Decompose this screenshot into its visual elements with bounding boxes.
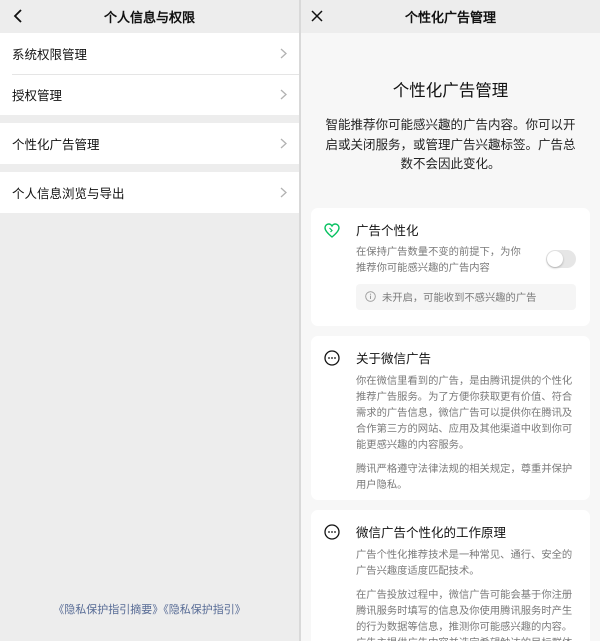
- paragraph: 腾讯严格遵守法律法规的相关规定，尊重并保护用户隐私。: [356, 462, 573, 491]
- heart-icon: [323, 222, 340, 239]
- menu-item-label: 授权管理: [12, 88, 63, 103]
- paragraph: 在广告投放过程中，微信广告可能会基于你注册腾讯服务时填写的信息及你使用腾讯服务时…: [356, 588, 573, 641]
- right-header: 个性化广告管理: [301, 0, 600, 33]
- chevron-right-icon: [277, 187, 289, 199]
- menu-item-label: 个性化广告管理: [12, 137, 100, 152]
- more-icon: [323, 524, 340, 541]
- status-notice: 未开启，可能收到不感兴趣的广告: [356, 283, 576, 310]
- chevron-right-icon: [277, 48, 289, 60]
- card-title: 广告个性化: [356, 222, 419, 238]
- page-title: 个性化广告管理: [404, 11, 496, 26]
- menu-item-system-permissions[interactable]: 系统权限管理: [0, 33, 299, 74]
- toggle-row: 在保持广告数量不变的前提下，为你推荐你可能感兴趣的广告内容: [356, 244, 576, 276]
- left-header: 个人信息与权限: [0, 0, 299, 33]
- menu-item-personal-info-export[interactable]: 个人信息浏览与导出: [0, 172, 299, 213]
- more-icon: [323, 350, 340, 367]
- notice-text: 未开启，可能收到不感兴趣的广告: [382, 292, 537, 304]
- about-wechat-ads-card: 关于微信广告 你在微信里看到的广告，是由腾讯提供的个性化推荐广告服务。为了方便你…: [311, 335, 590, 500]
- card-title: 微信广告个性化的工作原理: [356, 524, 507, 540]
- settings-group-1: 系统权限管理 授权管理: [0, 33, 299, 115]
- paragraph: 你在微信里看到的广告，是由腾讯提供的个性化推荐广告服务。为了方便你获取更有价值、…: [356, 374, 573, 451]
- page-title: 个人信息与权限: [103, 11, 195, 26]
- card-description: 在保持广告数量不变的前提下，为你推荐你可能感兴趣的广告内容: [356, 245, 521, 274]
- chevron-right-icon: [277, 138, 289, 150]
- right-panel: 个性化广告管理 个性化广告管理 智能推荐你可能感兴趣的广告内容。你可以开启或关闭…: [301, 0, 600, 641]
- menu-item-label: 个人信息浏览与导出: [12, 186, 125, 201]
- ad-personalization-card: 广告个性化 在保持广告数量不变的前提下，为你推荐你可能感兴趣的广告内容 未开启，…: [311, 207, 590, 326]
- paragraph: 广告个性化推荐技术是一种常见、通行、安全的广告兴趣度适度匹配技术。: [356, 548, 573, 577]
- info-icon: [364, 291, 376, 303]
- card-title: 关于微信广告: [356, 350, 432, 366]
- card-body: 你在微信里看到的广告，是由腾讯提供的个性化推荐广告服务。为了方便你获取更有价值、…: [356, 373, 576, 493]
- settings-group-2: 个性化广告管理: [0, 123, 299, 164]
- chevron-right-icon: [277, 89, 289, 101]
- card-body: 广告个性化推荐技术是一种常见、通行、安全的广告兴趣度适度匹配技术。 在广告投放过…: [356, 547, 576, 641]
- menu-item-authorization[interactable]: 授权管理: [0, 74, 299, 115]
- hero-title: 个性化广告管理: [392, 81, 509, 100]
- left-panel: 个人信息与权限 系统权限管理 授权管理 个性化广告管理 个人信息浏览与导出 《隐…: [0, 0, 299, 641]
- menu-item-label: 系统权限管理: [12, 47, 88, 62]
- toggle-knob: [547, 250, 563, 267]
- how-it-works-card: 微信广告个性化的工作原理 广告个性化推荐技术是一种常见、通行、安全的广告兴趣度适…: [311, 509, 590, 641]
- privacy-policy-links[interactable]: 《隐私保护指引摘要》《隐私保护指引》: [0, 601, 299, 617]
- menu-item-personalized-ads[interactable]: 个性化广告管理: [0, 123, 299, 164]
- settings-group-3: 个人信息浏览与导出: [0, 172, 299, 213]
- hero-description: 智能推荐你可能感兴趣的广告内容。你可以开启或关闭服务，或管理广告兴趣标签。广告总…: [325, 117, 576, 171]
- ad-personalization-toggle[interactable]: [546, 249, 576, 268]
